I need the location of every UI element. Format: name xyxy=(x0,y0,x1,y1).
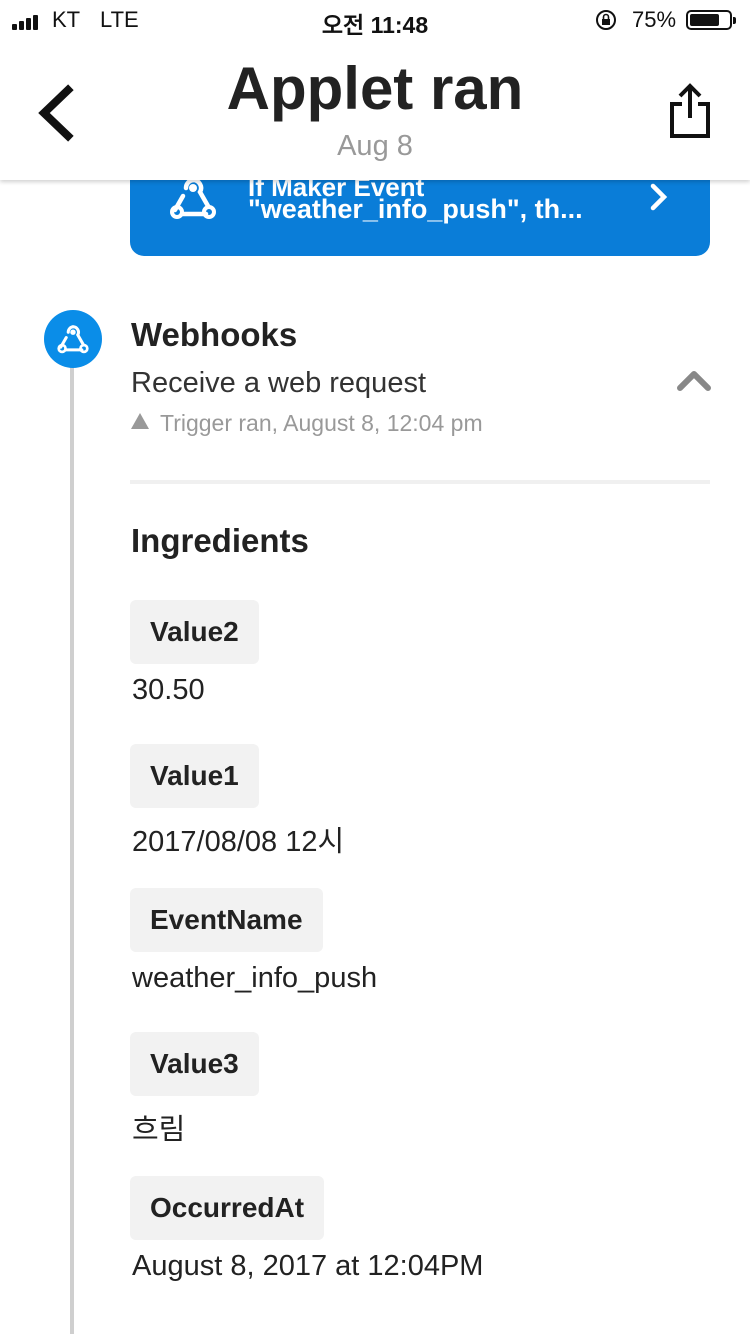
timeline-line xyxy=(70,340,74,1334)
status-bar: KT LTE 오전 11:48 75% xyxy=(0,0,750,40)
webhooks-icon xyxy=(170,177,216,219)
chevron-right-icon xyxy=(650,183,668,211)
ingredient-value: August 8, 2017 at 12:04PM xyxy=(132,1250,484,1282)
ingredient-label: OccurredAt xyxy=(130,1176,325,1240)
divider xyxy=(130,480,710,484)
battery-fill xyxy=(690,14,719,26)
rotation-lock-icon xyxy=(596,10,616,30)
ingredient-label: Value2 xyxy=(130,600,259,664)
collapse-button[interactable] xyxy=(676,368,712,392)
trigger-name: Receive a web request xyxy=(131,367,426,399)
ingredient-value: 2017/08/08 12시 xyxy=(132,826,345,858)
battery-icon xyxy=(686,10,736,30)
ingredient-value: 흐림 xyxy=(132,1114,186,1146)
trigger-status: Trigger ran, August 8, 12:04 pm xyxy=(160,410,483,436)
share-button[interactable] xyxy=(662,80,718,140)
ingredient-label: Value1 xyxy=(130,744,259,808)
webhooks-icon xyxy=(57,325,89,354)
service-badge xyxy=(44,310,102,368)
header: Applet ran Aug 8 xyxy=(0,40,750,180)
run-date: Aug 8 xyxy=(337,130,413,162)
battery-percent: 75% xyxy=(632,7,677,32)
triangle-icon xyxy=(131,413,149,429)
ingredient-label: Value3 xyxy=(130,1032,259,1096)
ingredients-heading: Ingredients xyxy=(131,522,309,559)
ingredient-value: weather_info_push xyxy=(132,962,378,994)
ingredient-label: EventName xyxy=(130,888,323,952)
ingredient-value: 30.50 xyxy=(132,674,205,706)
action-card-description: "weather_info_push", th... xyxy=(248,194,583,224)
service-name: Webhooks xyxy=(131,316,298,353)
page-title: Applet ran xyxy=(226,55,524,122)
